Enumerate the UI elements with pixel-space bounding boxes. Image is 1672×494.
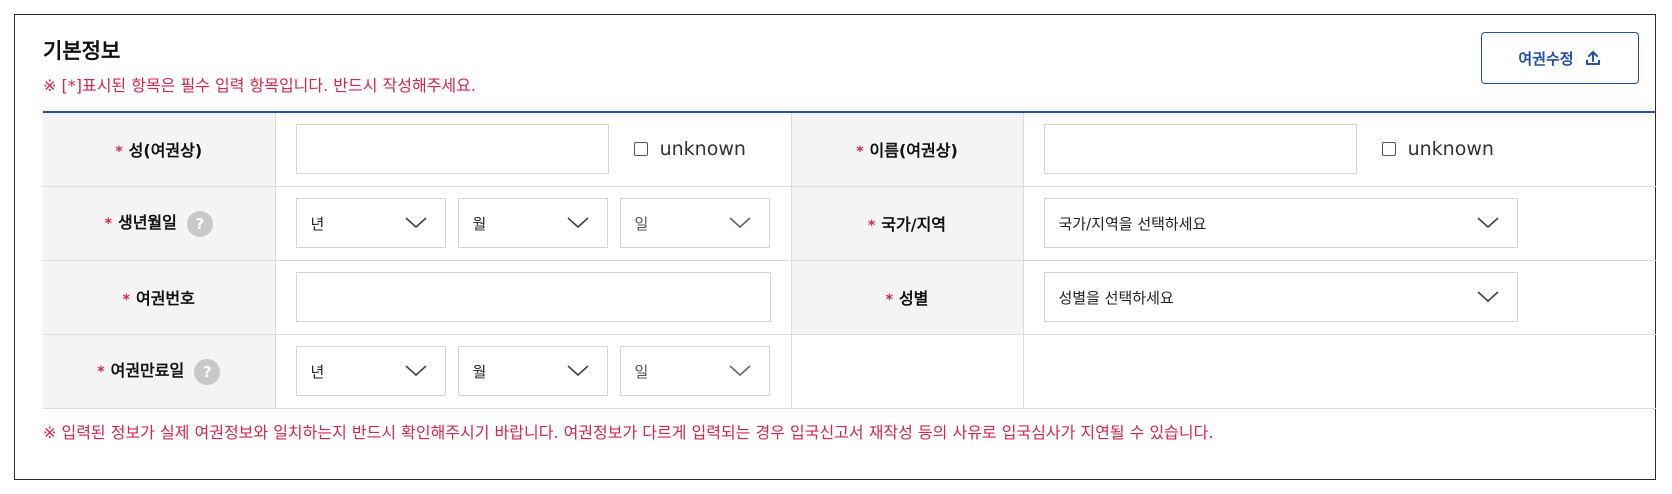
surname-input[interactable]	[295, 124, 609, 175]
required-notice: ※ [*]표시된 항목은 필수 입력 항목입니다. 반드시 작성해주세요.	[43, 76, 476, 95]
gender-select[interactable]: 성별을 선택하세요	[1043, 272, 1518, 322]
expiry-day-select[interactable]: 일	[619, 346, 770, 396]
gender-cell: 성별을 선택하세요	[1023, 260, 1656, 335]
passport-number-label: 여권번호	[135, 289, 195, 308]
given-name-cell: unknown	[1023, 112, 1656, 187]
given-name-label: 이름(여권상)	[869, 141, 958, 161]
required-mark: *	[122, 292, 130, 308]
form-row: * 여권만료일? 년 월 일	[43, 334, 1656, 409]
expiry-date-cell: 년 월 일	[275, 334, 792, 409]
verification-notice: ※ 입력된 정보가 실제 여권정보와 일치하는지 반드시 확인해주시기 바랍니다…	[43, 423, 1214, 442]
checkbox-box[interactable]	[633, 142, 648, 157]
birth-year-select[interactable]: 년	[295, 198, 446, 248]
edit-passport-button[interactable]: 여권수정	[1481, 32, 1639, 84]
expiry-month-select[interactable]: 월	[457, 346, 608, 396]
edit-passport-label: 여권수정	[1518, 49, 1574, 68]
gender-selected-value: 성별을 선택하세요	[1058, 288, 1174, 307]
country-select[interactable]: 국가/지역을 선택하세요	[1043, 198, 1518, 248]
chevron-down-icon	[1476, 217, 1499, 229]
surname-unknown-label: unknown	[659, 138, 746, 161]
country-cell: 국가/지역을 선택하세요	[1023, 186, 1656, 261]
chevron-down-icon	[728, 217, 751, 229]
section-title: 기본정보	[43, 39, 121, 63]
expiry-month-value: 월	[472, 362, 487, 381]
birth-date-label-cell: * 생년월일?	[43, 186, 276, 261]
required-mark: *	[885, 292, 893, 308]
passport-number-label-cell: * 여권번호	[43, 260, 276, 335]
expiry-day-value: 일	[634, 362, 649, 381]
surname-label-cell: * 성(여권상)	[43, 112, 276, 187]
given-name-label-cell: * 이름(여권상)	[791, 112, 1024, 187]
empty-cell	[1023, 334, 1656, 409]
passport-number-cell	[275, 260, 792, 335]
given-name-unknown-checkbox[interactable]: unknown	[1381, 138, 1494, 161]
given-name-input[interactable]	[1043, 124, 1357, 175]
required-mark: *	[104, 216, 112, 233]
country-selected-value: 국가/지역을 선택하세요	[1058, 214, 1207, 233]
given-name-unknown-label: unknown	[1407, 138, 1494, 161]
birth-day-select[interactable]: 일	[619, 198, 770, 248]
gender-label-cell: * 성별	[791, 260, 1024, 335]
chevron-down-icon	[728, 365, 751, 377]
checkbox-box[interactable]	[1381, 142, 1396, 157]
required-mark: *	[867, 218, 876, 234]
basic-info-panel: 기본정보 ※ [*]표시된 항목은 필수 입력 항목입니다. 반드시 작성해주세…	[14, 14, 1656, 480]
birth-year-value: 년	[310, 214, 325, 233]
surname-unknown-checkbox[interactable]: unknown	[633, 138, 746, 161]
surname-cell: unknown	[275, 112, 792, 187]
birth-month-value: 월	[472, 214, 487, 233]
surname-label: 성(여권상)	[128, 141, 203, 161]
empty-cell	[791, 334, 1024, 409]
country-label-cell: * 국가/지역	[791, 186, 1024, 261]
required-mark: *	[115, 144, 123, 161]
birth-date-label: 생년월일	[117, 213, 177, 233]
basic-info-form: * 성(여권상) unknown * 이름(여권상) unknown * 생년월일?	[43, 111, 1656, 409]
form-row: * 생년월일? 년 월 일 * 국가/지역 국가/지역을 선택하세요	[43, 186, 1656, 261]
required-mark: *	[856, 144, 864, 161]
birth-month-select[interactable]: 월	[457, 198, 608, 248]
form-row: * 여권번호 * 성별 성별을 선택하세요	[43, 260, 1656, 335]
chevron-down-icon	[404, 365, 427, 377]
form-row: * 성(여권상) unknown * 이름(여권상) unknown	[43, 112, 1656, 187]
birth-date-cell: 년 월 일	[275, 186, 792, 261]
upload-icon	[1585, 51, 1600, 65]
expiry-year-value: 년	[310, 362, 325, 381]
gender-label: 성별	[898, 289, 929, 308]
chevron-down-icon	[404, 217, 427, 229]
passport-number-input[interactable]	[295, 272, 771, 322]
chevron-down-icon	[1476, 291, 1499, 303]
expiry-date-label-cell: * 여권만료일?	[43, 334, 276, 409]
chevron-down-icon	[566, 217, 589, 229]
help-icon[interactable]: ?	[186, 210, 213, 237]
birth-day-value: 일	[634, 214, 649, 233]
help-icon[interactable]: ?	[194, 358, 221, 385]
expiry-date-label: 여권만료일	[110, 361, 185, 381]
country-label: 국가/지역	[881, 215, 947, 234]
expiry-year-select[interactable]: 년	[295, 346, 446, 396]
required-mark: *	[97, 364, 105, 381]
chevron-down-icon	[566, 365, 589, 377]
